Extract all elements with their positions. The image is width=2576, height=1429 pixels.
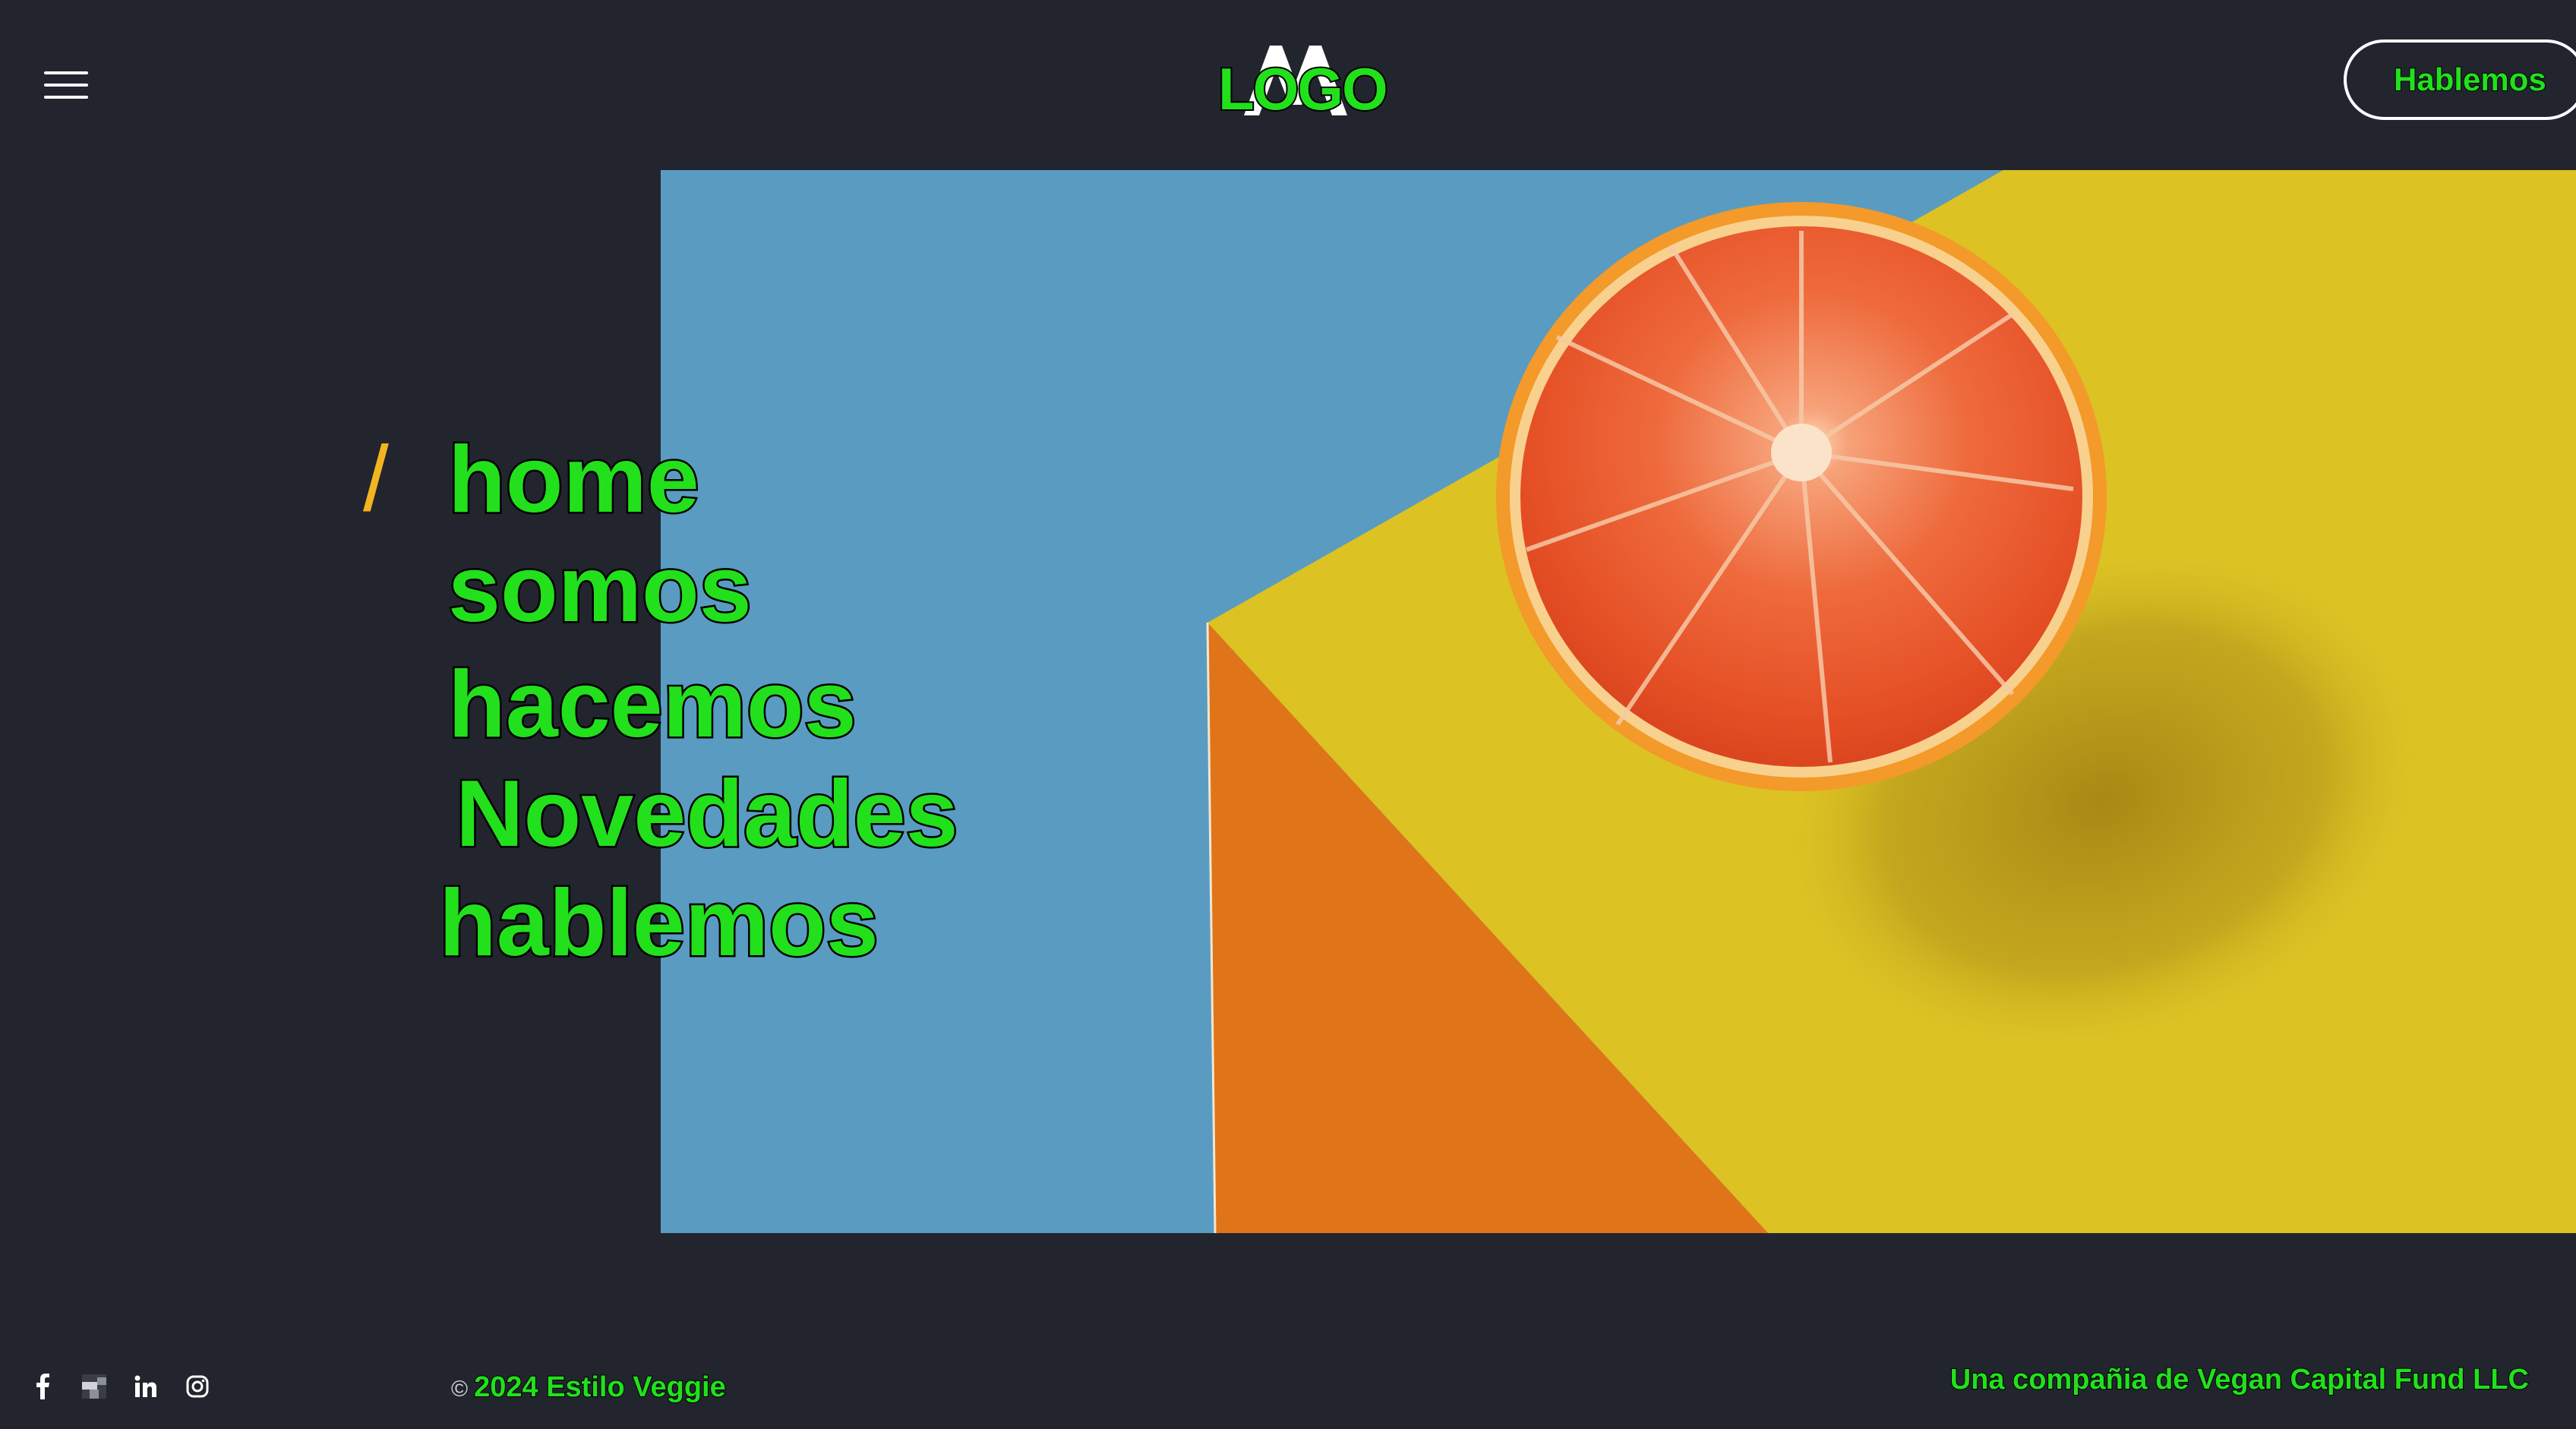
facebook-icon[interactable] <box>30 1373 55 1400</box>
hamburger-menu-icon[interactable] <box>43 67 90 103</box>
nav-item-hacemos[interactable]: hacemos <box>447 650 958 759</box>
nav-item-novedades[interactable]: Novedades <box>454 759 961 869</box>
page: LOGO Hablemos / home somos hacemos Noved… <box>0 0 2576 1429</box>
pixel-icon[interactable] <box>82 1373 106 1400</box>
nav-item-somos[interactable]: somos <box>447 535 958 644</box>
logo[interactable]: LOGO <box>1217 35 1390 128</box>
logo-text: LOGO <box>1217 54 1390 124</box>
nav-item-hablemos[interactable]: hablemos <box>437 869 958 978</box>
instagram-icon[interactable] <box>185 1373 210 1400</box>
copyright-symbol: © <box>451 1377 469 1402</box>
social-links <box>30 1373 210 1400</box>
linkedin-icon[interactable] <box>134 1373 158 1400</box>
nav-item-home[interactable]: home <box>447 425 958 535</box>
copyright-text: 2024 Estilo Veggie <box>473 1371 727 1404</box>
copyright: © 2024 Estilo Veggie <box>451 1371 727 1404</box>
main-nav: home somos hacemos Novedades hablemos <box>437 425 961 978</box>
hablemos-button[interactable]: Hablemos <box>2344 39 2576 120</box>
company-credit: Una compañia de Vegan Capital Fund LLC <box>1949 1363 2530 1396</box>
nav-accent-slash: / <box>363 427 389 530</box>
